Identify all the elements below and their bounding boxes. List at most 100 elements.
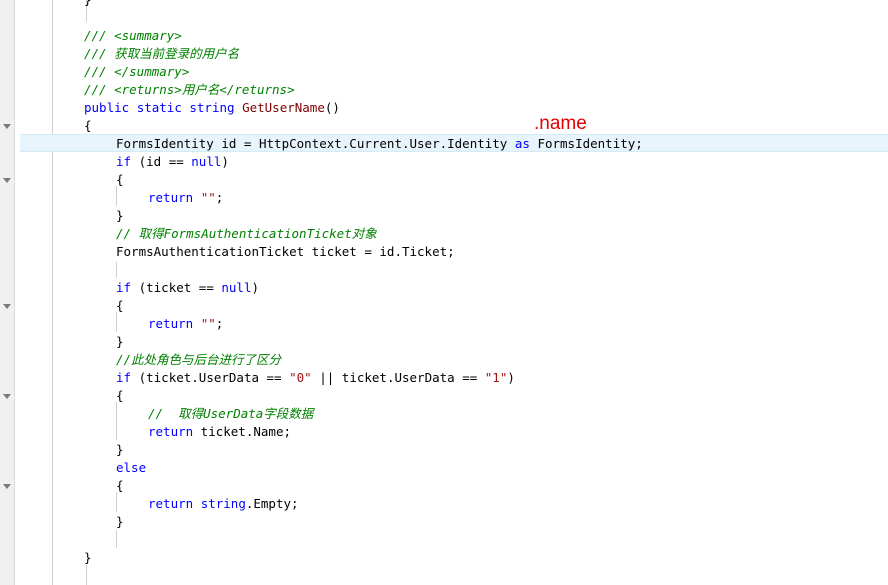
code-line: { (116, 171, 124, 189)
code-token: ) (221, 154, 229, 169)
code-line: return string.Empty; (148, 495, 299, 513)
indent-guide (116, 402, 117, 440)
code-line: return ""; (148, 189, 223, 207)
code-token: null (191, 154, 222, 169)
code-token: (ticket.UserData == (131, 370, 290, 385)
code-token: //此处角色与后台进行了区分 (116, 352, 282, 367)
fold-toggle-icon[interactable] (3, 124, 11, 129)
code-token: "0" (289, 370, 312, 385)
code-token: if (116, 154, 132, 169)
code-line: return ticket.Name; (148, 423, 291, 441)
code-line: else (116, 459, 146, 477)
code-token: { (116, 298, 124, 313)
code-line: { (84, 117, 92, 135)
fold-toggle-icon[interactable] (3, 178, 11, 183)
code-token: /// </summary> (84, 64, 190, 79)
code-token: static (136, 100, 182, 115)
code-line: if (ticket == null) (116, 279, 259, 297)
indent-guide (86, 565, 87, 585)
code-token: string (189, 100, 235, 115)
code-token: "" (200, 190, 216, 205)
code-line: } (116, 207, 124, 225)
code-token: ticket.Name; (193, 424, 291, 439)
code-token: if (116, 370, 132, 385)
code-token: () (324, 100, 340, 115)
code-token: FormsIdentity id = HttpContext.Current.U… (116, 136, 515, 151)
code-token: { (116, 478, 124, 493)
code-token: /// <returns>用户名</returns> (84, 82, 295, 97)
indent-guide (116, 186, 117, 206)
indent-guide (116, 312, 117, 332)
margin-line (52, 0, 53, 585)
code-token: if (116, 280, 132, 295)
code-token: } (84, 550, 92, 565)
code-line: { (116, 387, 124, 405)
code-token: ) (507, 370, 515, 385)
code-token: FormsIdentity; (529, 136, 643, 151)
code-token: { (116, 388, 124, 403)
code-token: // 取得FormsAuthenticationTicket对象 (116, 226, 377, 241)
code-token: ; (215, 190, 224, 205)
code-line: { (116, 477, 124, 495)
code-token: public (84, 100, 130, 115)
code-token: } (116, 442, 124, 457)
code-token: } (84, 0, 92, 7)
code-token: else (116, 460, 147, 475)
code-token: { (116, 172, 124, 187)
code-token: ; (215, 316, 224, 331)
annotation-label: .name (534, 113, 587, 134)
code-token: FormsAuthenticationTicket ticket = id.Ti… (116, 244, 455, 259)
code-token: "1" (484, 370, 508, 385)
code-token: (id == (131, 154, 192, 169)
code-line: /// <summary> (84, 27, 182, 45)
code-line: } (84, 0, 92, 9)
code-line: // 取得FormsAuthenticationTicket对象 (116, 225, 377, 243)
code-line: /// <returns>用户名</returns> (84, 81, 295, 99)
code-token: GetUserName (242, 100, 325, 115)
code-line: // 取得UserData字段数据 (148, 405, 313, 423)
code-line: FormsAuthenticationTicket ticket = id.Ti… (116, 243, 455, 261)
fold-toggle-icon[interactable] (3, 484, 11, 489)
code-line: if (ticket.UserData == "0" || ticket.Use… (116, 369, 515, 387)
code-token: null (221, 280, 252, 295)
fold-toggle-icon[interactable] (3, 394, 11, 399)
code-line: } (116, 333, 124, 351)
code-token: } (116, 208, 124, 223)
code-line: if (id == null) (116, 153, 229, 171)
fold-toggle-icon[interactable] (3, 304, 11, 309)
code-token: as (514, 136, 530, 151)
code-token: { (84, 118, 92, 133)
code-token: } (116, 334, 124, 349)
code-token: || ticket.UserData == (311, 370, 485, 385)
code-line: } (116, 441, 124, 459)
code-token: /// 获取当前登录的用户名 (84, 46, 240, 61)
code-token: .Empty; (245, 496, 299, 511)
code-token: "" (200, 316, 216, 331)
code-token: /// <summary> (84, 28, 182, 43)
code-token: string (200, 496, 246, 511)
code-token: return (148, 316, 194, 331)
code-line: /// 获取当前登录的用户名 (84, 45, 239, 63)
code-line: } (116, 513, 124, 531)
editor-gutter (0, 0, 15, 585)
code-token: return (148, 496, 194, 511)
code-token: return (148, 190, 194, 205)
indent-guide (116, 530, 117, 548)
code-line: } (84, 549, 92, 567)
code-token: (ticket == (131, 280, 222, 295)
indent-guide (116, 492, 117, 512)
code-token: return (148, 424, 194, 439)
code-line: //此处角色与后台进行了区分 (116, 351, 281, 369)
indent-guide (116, 262, 117, 278)
code-line: /// </summary> (84, 63, 189, 81)
code-token: } (116, 514, 124, 529)
code-line: public static string GetUserName() (84, 99, 340, 117)
code-line: { (116, 297, 124, 315)
code-token: // 取得UserData字段数据 (148, 406, 314, 421)
code-line: return ""; (148, 315, 223, 333)
